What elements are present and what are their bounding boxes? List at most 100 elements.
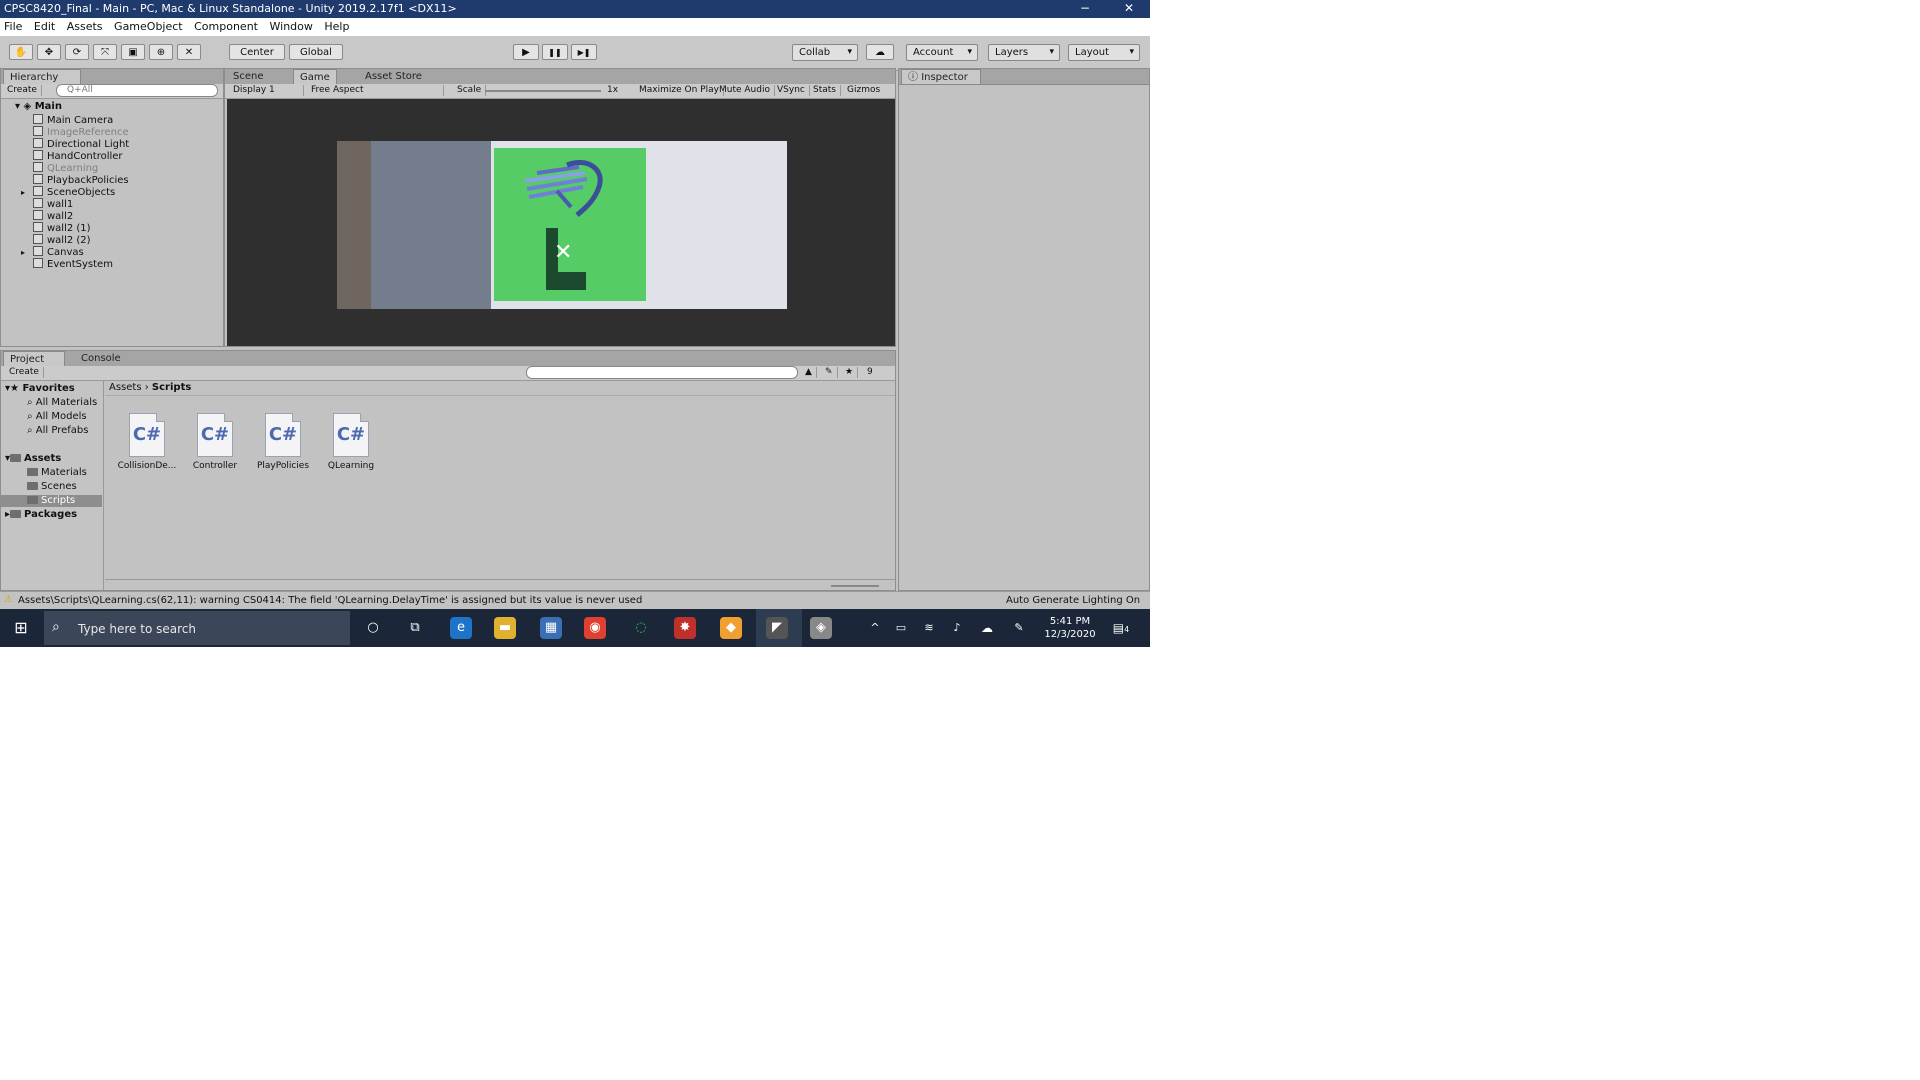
volume-icon[interactable]: ♪ [946, 617, 968, 639]
menu-file[interactable]: File [0, 18, 26, 33]
pen-icon[interactable]: ✎ [1008, 617, 1030, 639]
transform-tool-icon[interactable]: ⊕ [149, 44, 173, 60]
custom-tool-icon[interactable]: ✕ [177, 44, 201, 60]
hierarchy-item[interactable]: EventSystem [33, 258, 113, 272]
cortana-icon[interactable]: ○ [362, 617, 384, 639]
rotate-tool-icon[interactable]: ⟳ [65, 44, 89, 60]
hierarchy-search-input[interactable]: Q+All [56, 84, 218, 97]
tab-asset-store[interactable]: Asset Store [359, 69, 428, 84]
folder-scenes[interactable]: Scenes [27, 481, 77, 493]
tab-project[interactable]: Project [3, 351, 65, 366]
tab-game[interactable]: Game [293, 69, 337, 84]
close-icon[interactable]: ✕ [1124, 1, 1134, 15]
network-icon[interactable]: ≋ [918, 617, 940, 639]
menu-window[interactable]: Window [266, 18, 317, 33]
mute-audio-toggle[interactable]: Mute Audio [715, 85, 775, 96]
windows-start-icon[interactable]: ⊞ [10, 617, 32, 639]
account-dropdown[interactable]: Account [906, 44, 978, 61]
favorite-all-prefabs[interactable]: ⌕ All Prefabs [27, 425, 88, 437]
pause-button[interactable]: ❚❚ [542, 44, 568, 60]
favorite-all-materials[interactable]: ⌕ All Materials [27, 397, 97, 409]
visual-studio-icon[interactable]: ◤ [766, 617, 788, 639]
hidden-packages-count[interactable]: 9 [863, 367, 877, 378]
cloud-icon[interactable]: ☁ [866, 44, 894, 60]
assets-folder[interactable]: ▾ Assets [5, 453, 61, 465]
menu-component[interactable]: Component [190, 18, 262, 33]
menu-gameobject[interactable]: GameObject [110, 18, 187, 33]
scale-tool-icon[interactable]: ⤧ [93, 44, 117, 60]
app-icon[interactable]: ✸ [674, 617, 696, 639]
rect-tool-icon[interactable]: ▣ [121, 44, 145, 60]
gizmos-dropdown[interactable]: Gizmos [843, 85, 884, 96]
asset-playpolicies[interactable]: C# PlayPolicies [253, 413, 313, 471]
notification-icon[interactable]: ▤4 [1110, 617, 1132, 639]
taskbar-search-box[interactable]: ⌕ Type here to search [44, 611, 350, 645]
menu-assets[interactable]: Assets [63, 18, 107, 33]
packages-folder[interactable]: ▸ Packages [5, 509, 77, 521]
layers-dropdown[interactable]: Layers [988, 44, 1060, 61]
aspect-dropdown[interactable]: Free Aspect [307, 85, 444, 96]
sync-app-icon[interactable]: ◌ [630, 617, 652, 639]
unity-icon[interactable]: ◈ [810, 617, 832, 639]
tab-console[interactable]: Console [75, 351, 127, 366]
battery-icon[interactable]: ▭ [890, 617, 912, 639]
stats-toggle[interactable]: Stats [809, 85, 841, 96]
scene-root-main[interactable]: ▾ ◈ Main [15, 100, 62, 114]
filter-label-icon[interactable]: ✎ [821, 367, 838, 378]
task-view-icon[interactable]: ⧉ [404, 617, 426, 639]
folder-icon [27, 496, 38, 504]
scale-slider[interactable] [485, 90, 601, 92]
edge-icon[interactable]: e [450, 617, 472, 639]
project-create-button[interactable]: Create [5, 367, 44, 378]
icon-size-slider[interactable] [831, 585, 879, 587]
asset-store-tab-label: Asset Store [365, 71, 422, 82]
breadcrumb-assets[interactable]: Assets [109, 382, 142, 393]
favorite-label: All Materials [35, 397, 98, 408]
favorite-all-models[interactable]: ⌕ All Models [27, 411, 87, 423]
filter-type-icon[interactable]: ▲ [801, 367, 817, 378]
folder-scripts[interactable]: Scripts [1, 495, 102, 507]
project-search-input[interactable] [526, 366, 798, 379]
favorites-header[interactable]: ▾★ Favorites [5, 383, 75, 395]
gameobject-cube-icon [33, 126, 43, 136]
hierarchy-create-button[interactable]: Create [3, 85, 42, 96]
hand-tool-icon[interactable]: ✋ [9, 44, 33, 60]
expand-arrow-icon[interactable]: ▸ [21, 246, 25, 260]
folder-materials[interactable]: Materials [27, 467, 87, 479]
tab-scene[interactable]: Scene [227, 69, 270, 84]
collab-dropdown[interactable]: Collab [792, 44, 858, 61]
console-warning-message[interactable]: Assets\Scripts\QLearning.cs(62,11): warn… [18, 595, 642, 606]
minimize-icon[interactable]: − [1080, 1, 1090, 15]
file-explorer-icon[interactable]: ▬ [494, 617, 516, 639]
asset-qlearning[interactable]: C# QLearning [321, 413, 381, 471]
scene-left-wall [337, 141, 371, 309]
game-viewport[interactable]: ✕ [227, 99, 895, 346]
space-global-button[interactable]: Global [289, 44, 343, 60]
pivot-center-button[interactable]: Center [229, 44, 285, 60]
maximize-on-play-toggle[interactable]: Maximize On Play [635, 85, 724, 96]
layout-dropdown[interactable]: Layout [1068, 44, 1140, 61]
asset-collisionde[interactable]: C# CollisionDe... [117, 413, 177, 471]
chevron-right-icon: › [144, 382, 152, 393]
chrome-icon[interactable]: ◉ [584, 617, 606, 639]
move-tool-icon[interactable]: ✥ [37, 44, 61, 60]
vsync-toggle[interactable]: VSync [773, 85, 810, 96]
onedrive-icon[interactable]: ☁ [976, 617, 998, 639]
tab-inspector[interactable]: ⓘ Inspector [901, 69, 981, 84]
tab-hierarchy[interactable]: Hierarchy [3, 69, 81, 84]
expand-arrow-icon[interactable]: ▸ [21, 186, 25, 200]
asset-controller[interactable]: C# Controller [185, 413, 245, 471]
store-icon[interactable]: ▦ [540, 617, 562, 639]
menu-help[interactable]: Help [320, 18, 353, 33]
menu-edit[interactable]: Edit [30, 18, 59, 33]
step-button[interactable]: ▶❚ [571, 44, 597, 60]
gameobject-cube-icon [33, 222, 43, 232]
favorite-star-icon[interactable]: ★ [841, 367, 859, 378]
git-icon[interactable]: ◆ [720, 617, 742, 639]
chevron-up-icon[interactable]: ^ [864, 617, 886, 639]
taskbar-search-input[interactable]: Type here to search [78, 622, 196, 636]
breadcrumb-scripts[interactable]: Scripts [152, 382, 191, 393]
taskbar-clock[interactable]: 5:41 PM 12/3/2020 [1040, 615, 1100, 641]
display-dropdown[interactable]: Display 1 [229, 85, 304, 96]
play-button[interactable]: ▶ [513, 44, 539, 60]
